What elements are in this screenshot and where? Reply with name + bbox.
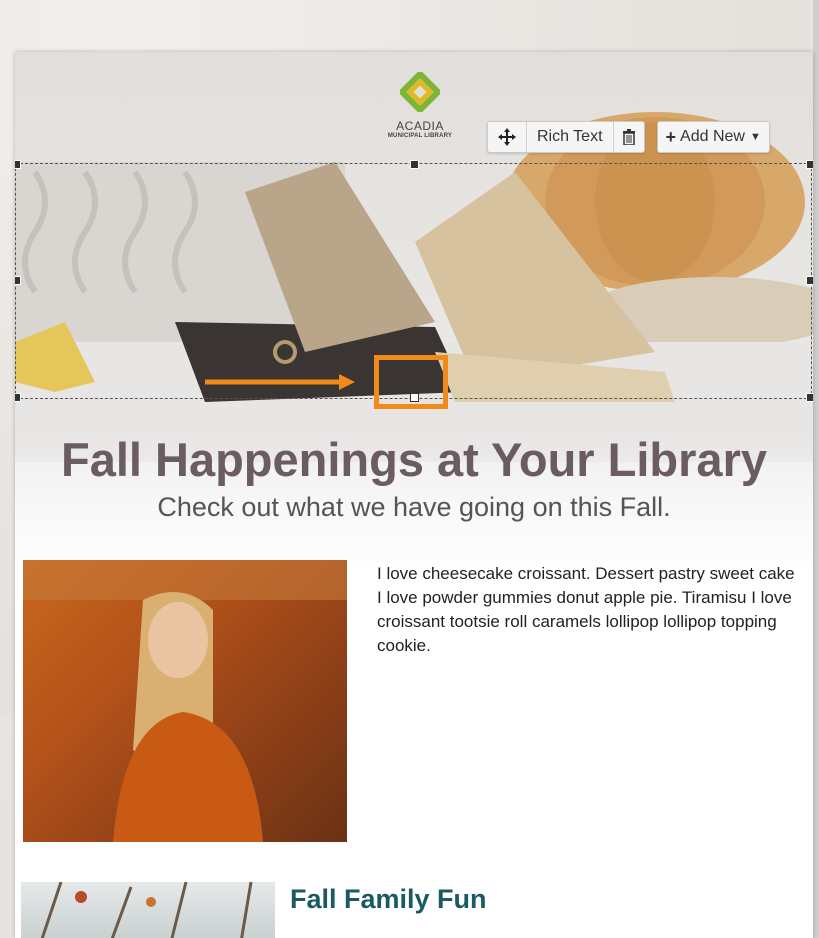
add-new-button[interactable]: + Add New ▼ xyxy=(656,121,770,153)
resize-handle-middle-left[interactable] xyxy=(15,276,21,285)
resize-handle-bottom-left[interactable] xyxy=(15,393,21,402)
plus-icon: + xyxy=(665,126,677,147)
resize-handle-bottom-right[interactable] xyxy=(806,393,813,402)
trees-illustration xyxy=(40,882,253,938)
annotation-arrow xyxy=(205,374,355,390)
section-title: Fall Family Fun xyxy=(290,884,487,914)
email-canvas: ACADIA MUNICIPAL LIBRARY Fall Happenings… xyxy=(15,52,813,938)
block-toolbar: Rich Text + Add New ▼ xyxy=(487,121,770,153)
block-type-label: Rich Text xyxy=(527,122,614,152)
woman-photo-illustration xyxy=(23,560,347,842)
hero-headline: Fall Happenings at Your Library xyxy=(60,433,767,486)
scrollbar-track[interactable] xyxy=(813,0,819,938)
resize-handle-top-center[interactable] xyxy=(410,160,419,169)
resize-handle-middle-right[interactable] xyxy=(806,276,813,285)
logo-mark-icon xyxy=(397,69,443,115)
logo-tagline: MUNICIPAL LIBRARY xyxy=(387,133,453,139)
logo-name: ACADIA xyxy=(396,119,444,133)
add-new-label: Add New xyxy=(680,128,745,145)
intro-paragraph: I love cheesecake croissant. Dessert pas… xyxy=(377,564,795,655)
resize-handle-top-right[interactable] xyxy=(806,160,813,169)
library-logo: ACADIA MUNICIPAL LIBRARY xyxy=(385,69,455,139)
annotation-highlight-box xyxy=(374,355,448,409)
hero-subheadline: Check out what we have going on this Fal… xyxy=(157,492,671,522)
block-actions-group: Rich Text xyxy=(487,121,645,153)
resize-handle-top-left[interactable] xyxy=(15,160,21,169)
move-arrows-icon[interactable] xyxy=(488,122,527,152)
caret-down-icon: ▼ xyxy=(749,131,761,143)
trash-icon[interactable] xyxy=(614,122,644,152)
family-fun-photo xyxy=(21,882,275,938)
woman-autumn-photo xyxy=(23,560,347,842)
